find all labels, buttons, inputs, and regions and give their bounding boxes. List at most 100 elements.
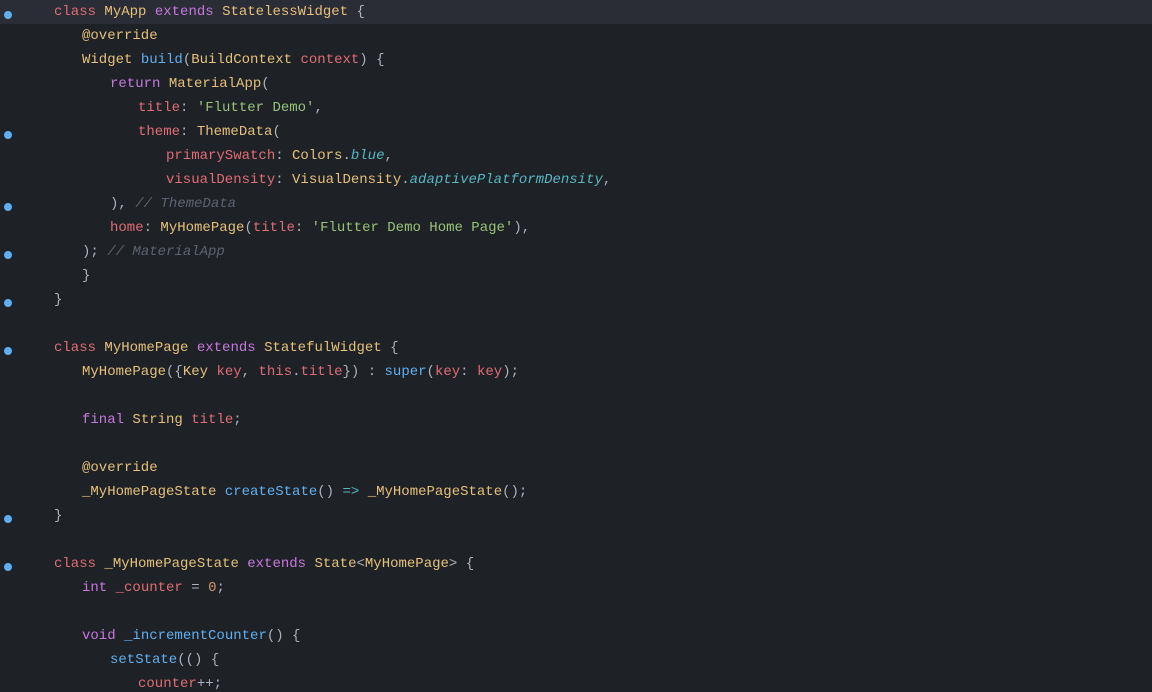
token-punctuation: (); (502, 484, 527, 500)
token-punctuation: , (384, 148, 392, 164)
token-punctuation: ; (233, 412, 241, 428)
line-code: class MyApp extends StatelessWidget { (50, 0, 1152, 24)
token-kw-int: int (82, 580, 107, 596)
token-punctuation: : (144, 220, 161, 236)
code-line: @override (0, 456, 1152, 480)
token-prop-name: key (216, 364, 241, 380)
token-arrow: => (342, 484, 359, 500)
token-punctuation: , (603, 172, 611, 188)
token-string-val: 'Flutter Demo Home Page' (312, 220, 514, 236)
token-kw-this: this (258, 364, 292, 380)
code-line: class MyHomePage extends StatefulWidget … (0, 336, 1152, 360)
token-kw-extends: extends (155, 4, 214, 20)
token-static-ref: adaptivePlatformDensity (410, 172, 603, 188)
token-prop-name: title (191, 412, 233, 428)
token-punctuation (214, 4, 222, 20)
token-prop-name: title (253, 220, 295, 236)
token-class-name: MyApp (104, 4, 146, 20)
line-code: _MyHomePageState createState() => _MyHom… (50, 480, 1152, 504)
code-line: } (0, 264, 1152, 288)
token-punctuation: . (292, 364, 300, 380)
token-class-ref: _MyHomePageState (82, 484, 216, 500)
code-editor: class MyApp extends StatelessWidget {@ov… (0, 0, 1152, 692)
token-class-ref: Key (183, 364, 208, 380)
code-line (0, 600, 1152, 624)
token-kw-widget: Widget (82, 52, 132, 68)
token-punctuation: ( (261, 76, 269, 92)
line-code: title: 'Flutter Demo', (50, 96, 1152, 120)
line-code: ); // MaterialApp (50, 240, 1152, 264)
code-line: theme: ThemeData( (0, 120, 1152, 144)
token-class-extends: State (314, 556, 356, 572)
code-line: setState(() { (0, 648, 1152, 672)
line-code: return MaterialApp( (50, 72, 1152, 96)
token-punctuation: . (342, 148, 350, 164)
token-punctuation (239, 556, 247, 572)
token-punctuation: } (54, 292, 62, 308)
line-code: } (50, 264, 1152, 288)
token-punctuation: ( (272, 124, 280, 140)
line-code: visualDensity: VisualDensity.adaptivePla… (50, 168, 1152, 192)
token-func-name: createState (225, 484, 317, 500)
token-punctuation: : (275, 172, 292, 188)
token-punctuation (132, 52, 140, 68)
token-punctuation (256, 340, 264, 356)
code-line: class MyApp extends StatelessWidget { (0, 0, 1152, 24)
line-code: home: MyHomePage(title: 'Flutter Demo Ho… (50, 216, 1152, 240)
code-line: Widget build(BuildContext context) { (0, 48, 1152, 72)
token-prop-name: key (477, 364, 502, 380)
token-class-ref: MyHomePage (365, 556, 449, 572)
code-line (0, 528, 1152, 552)
code-line (0, 312, 1152, 336)
token-kw-class: class (54, 4, 104, 20)
code-line (0, 432, 1152, 456)
line-code: } (50, 288, 1152, 312)
token-class-ref: String (132, 412, 182, 428)
token-punctuation: } (82, 268, 90, 284)
token-punctuation: , (314, 100, 322, 116)
token-prop-name: title (301, 364, 343, 380)
token-punctuation: ( (183, 52, 191, 68)
token-class-name: _MyHomePageState (104, 556, 238, 572)
token-punctuation: : (275, 148, 292, 164)
token-class-ref: VisualDensity (292, 172, 401, 188)
token-static-ref: blue (351, 148, 385, 164)
line-code: primarySwatch: Colors.blue, (50, 144, 1152, 168)
line-code: final String title; (50, 408, 1152, 432)
token-kw-extends: extends (197, 340, 256, 356)
token-punctuation: { (382, 340, 399, 356)
token-angle: < (356, 556, 364, 572)
code-line: @override (0, 24, 1152, 48)
token-punctuation: ( (427, 364, 435, 380)
code-line: int _counter = 0; (0, 576, 1152, 600)
token-prop-name: theme (138, 124, 180, 140)
token-punctuation: { (457, 556, 474, 572)
line-code: setState(() { (50, 648, 1152, 672)
token-punctuation: = (183, 580, 208, 596)
token-class-ref: _MyHomePageState (368, 484, 502, 500)
token-punctuation: ) { (359, 52, 384, 68)
token-punctuation (188, 340, 196, 356)
token-punctuation: ); (502, 364, 519, 380)
token-kw-super: super (385, 364, 427, 380)
token-prop-name: visualDensity (166, 172, 275, 188)
token-punctuation: ( (244, 220, 252, 236)
line-code: MyHomePage({Key key, this.title}) : supe… (50, 360, 1152, 384)
token-comment: // ThemeData (135, 196, 236, 212)
token-punctuation: ), (110, 196, 135, 212)
code-line: class _MyHomePageState extends State<MyH… (0, 552, 1152, 576)
token-punctuation: ), (513, 220, 530, 236)
token-prop-name: home (110, 220, 144, 236)
token-prop-name: _counter (116, 580, 183, 596)
token-kw-void: void (82, 628, 116, 644)
token-punctuation: () (317, 484, 342, 500)
token-class-extends: StatefulWidget (264, 340, 382, 356)
code-line: } (0, 288, 1152, 312)
token-class-extends: StatelessWidget (222, 4, 348, 20)
token-class-ref: MyHomePage (82, 364, 166, 380)
code-line: } (0, 504, 1152, 528)
code-line: ); // MaterialApp (0, 240, 1152, 264)
token-kw-extends: extends (247, 556, 306, 572)
token-punctuation (359, 484, 367, 500)
token-prop-name: counter (138, 676, 197, 692)
